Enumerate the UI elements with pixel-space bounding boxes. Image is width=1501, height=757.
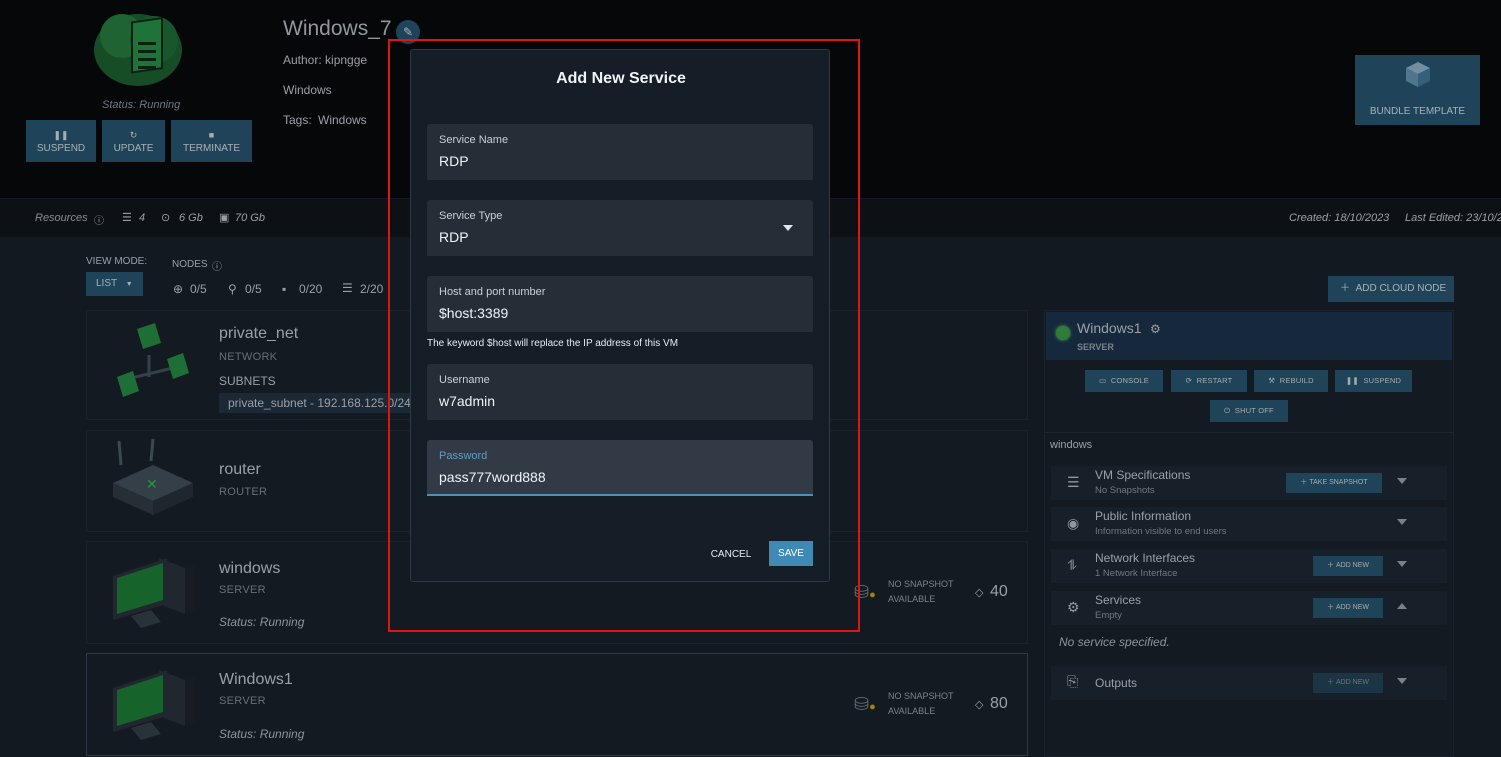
highlight-annotation-box — [388, 39, 860, 632]
